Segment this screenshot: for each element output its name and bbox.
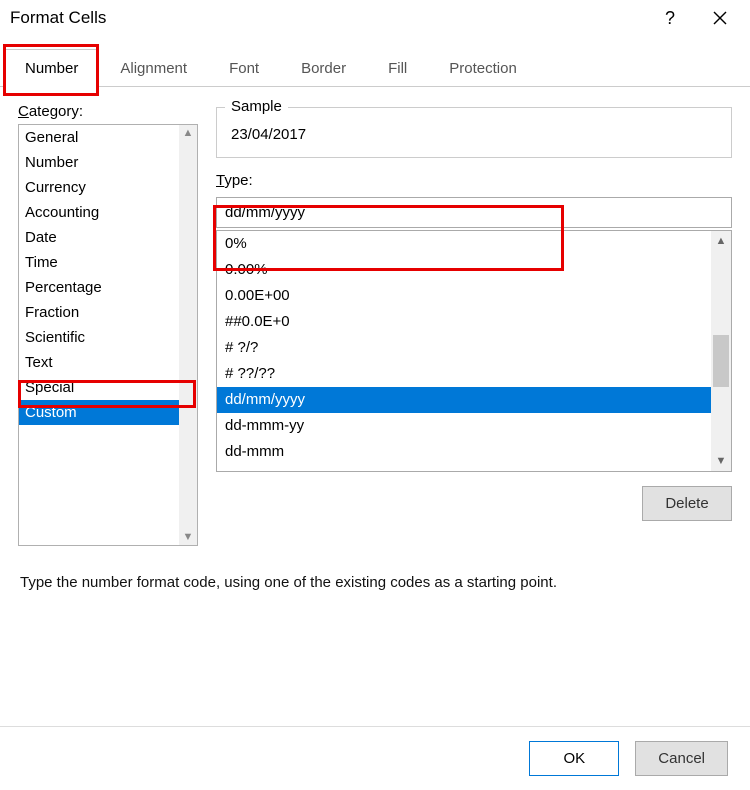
- tab-content-number: Category: GeneralNumberCurrencyAccountin…: [0, 87, 750, 601]
- sample-value: 23/04/2017: [229, 122, 719, 143]
- category-item[interactable]: Special: [19, 375, 197, 400]
- type-input[interactable]: [216, 197, 732, 228]
- category-item[interactable]: Time: [19, 250, 197, 275]
- category-item[interactable]: Custom: [19, 400, 197, 425]
- scrollbar-thumb[interactable]: [713, 335, 729, 387]
- category-item[interactable]: Accounting: [19, 200, 197, 225]
- scroll-up-icon[interactable]: ▲: [179, 125, 197, 141]
- format-listbox[interactable]: 0%0.00%0.00E+00##0.0E+0# ?/?# ??/??dd/mm…: [216, 230, 732, 472]
- category-scrollbar[interactable]: ▲ ▼: [179, 125, 197, 545]
- sample-label: Sample: [225, 98, 288, 115]
- format-item[interactable]: 0.00E+00: [217, 283, 711, 309]
- category-item[interactable]: Percentage: [19, 275, 197, 300]
- format-scrollbar[interactable]: ▲ ▼: [711, 231, 731, 471]
- format-item[interactable]: 0.00%: [217, 257, 711, 283]
- category-item[interactable]: Date: [19, 225, 197, 250]
- scrollbar-track[interactable]: [711, 251, 731, 451]
- format-item[interactable]: mmm-yy: [217, 465, 711, 471]
- category-item[interactable]: Currency: [19, 175, 197, 200]
- dialog-footer: OK Cancel: [0, 726, 750, 790]
- cancel-button[interactable]: Cancel: [635, 741, 728, 776]
- close-button[interactable]: [700, 4, 740, 32]
- tab-alignment[interactable]: Alignment: [99, 49, 208, 87]
- close-icon: [713, 11, 727, 25]
- category-item[interactable]: Text: [19, 350, 197, 375]
- format-item[interactable]: dd/mm/yyyy: [217, 387, 711, 413]
- scroll-down-icon[interactable]: ▼: [179, 529, 197, 545]
- tab-number[interactable]: Number: [4, 49, 99, 87]
- ok-button[interactable]: OK: [529, 741, 619, 776]
- help-button[interactable]: ?: [650, 4, 690, 32]
- tab-protection[interactable]: Protection: [428, 49, 538, 87]
- tab-font[interactable]: Font: [208, 49, 280, 87]
- category-item[interactable]: Fraction: [19, 300, 197, 325]
- category-item[interactable]: Scientific: [19, 325, 197, 350]
- sample-box: Sample 23/04/2017: [216, 107, 732, 158]
- help-text: Type the number format code, using one o…: [18, 574, 732, 591]
- tab-border[interactable]: Border: [280, 49, 367, 87]
- tab-bar: NumberAlignmentFontBorderFillProtection: [0, 48, 750, 87]
- format-item[interactable]: ##0.0E+0: [217, 309, 711, 335]
- category-item[interactable]: General: [19, 125, 197, 150]
- format-item[interactable]: # ??/??: [217, 361, 711, 387]
- scroll-up-icon[interactable]: ▲: [711, 231, 731, 251]
- type-label: Type:: [216, 172, 732, 189]
- category-listbox[interactable]: GeneralNumberCurrencyAccountingDateTimeP…: [18, 124, 198, 546]
- scroll-down-icon[interactable]: ▼: [711, 451, 731, 471]
- titlebar: Format Cells ?: [0, 0, 750, 40]
- tab-fill[interactable]: Fill: [367, 49, 428, 87]
- category-label: Category:: [18, 103, 198, 120]
- format-item[interactable]: # ?/?: [217, 335, 711, 361]
- delete-button[interactable]: Delete: [642, 486, 732, 521]
- format-item[interactable]: dd-mmm-yy: [217, 413, 711, 439]
- format-item[interactable]: dd-mmm: [217, 439, 711, 465]
- window-title: Format Cells: [10, 8, 640, 28]
- category-item[interactable]: Number: [19, 150, 197, 175]
- format-item[interactable]: 0%: [217, 231, 711, 257]
